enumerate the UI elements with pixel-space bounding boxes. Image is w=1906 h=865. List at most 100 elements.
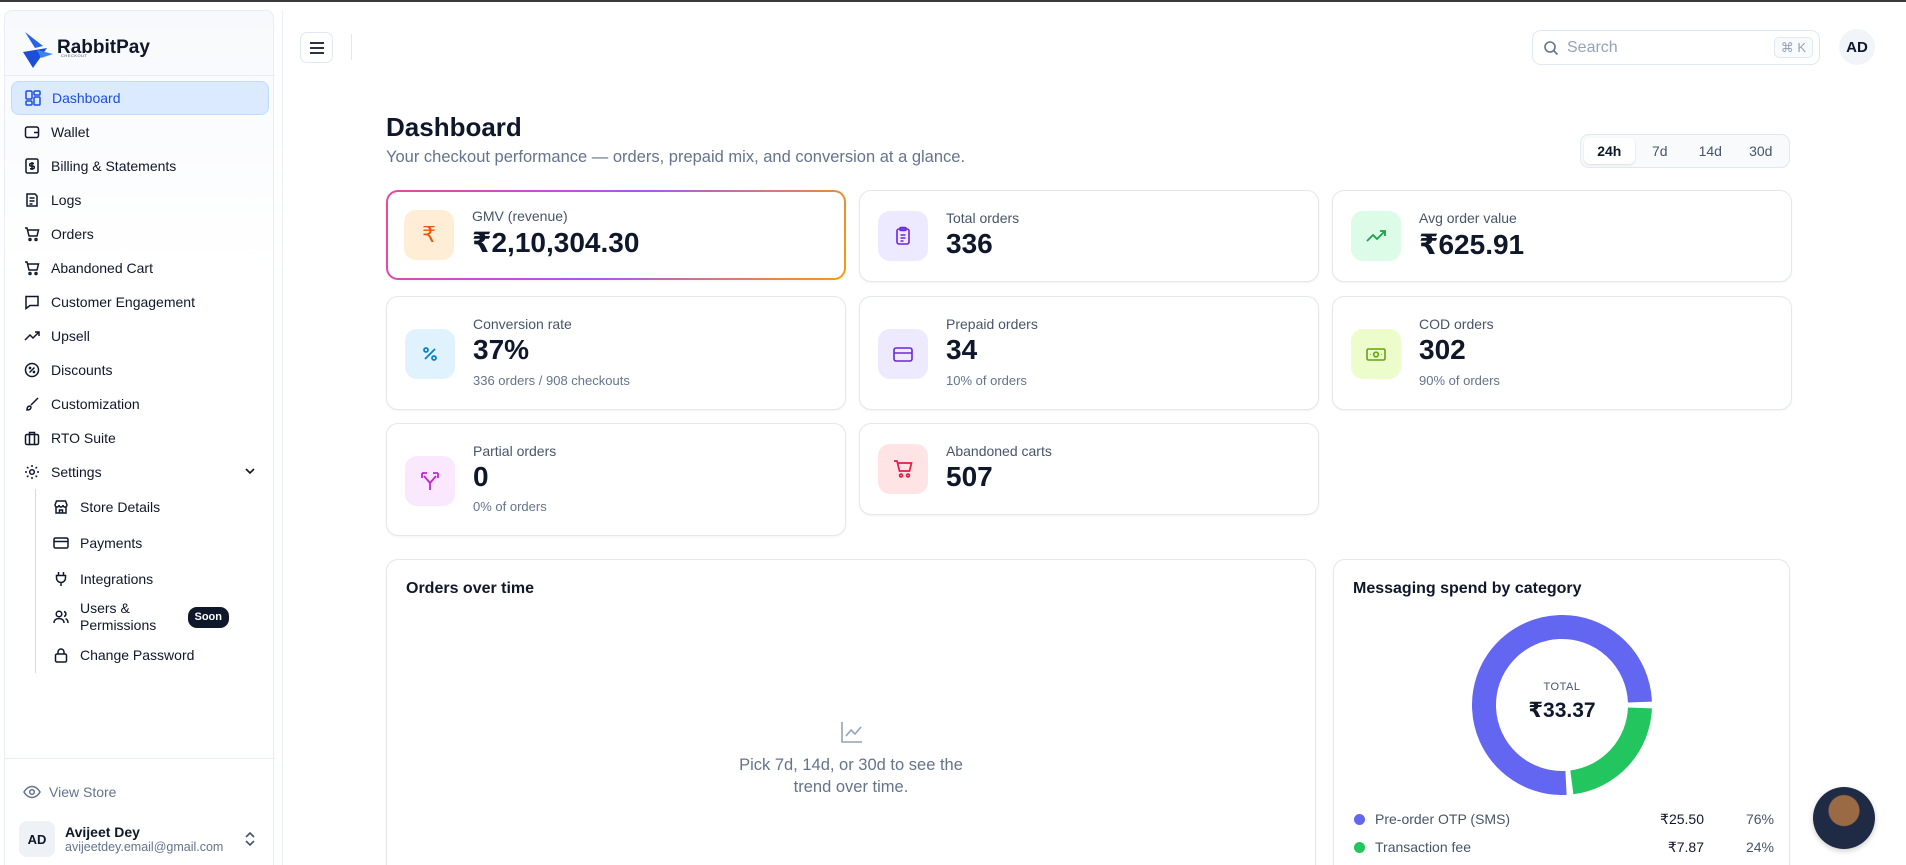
chevron-down-icon[interactable] — [243, 464, 257, 478]
user-name: Avijeet Dey — [65, 824, 140, 840]
panel-title: Orders over time — [406, 580, 535, 597]
header-separator — [351, 34, 352, 60]
wallet-icon — [23, 123, 41, 141]
sidebar-item-logs[interactable]: Logs — [11, 183, 269, 217]
cart-icon — [23, 225, 41, 243]
range-option-24h[interactable]: 24h — [1584, 138, 1635, 164]
sidebar-subitem-users-permissions[interactable]: Users & Permissions Soon — [44, 597, 269, 637]
sidebar-item-label: Logs — [51, 192, 82, 208]
main-left-border — [282, 10, 283, 865]
chat-icon — [23, 293, 41, 311]
sidebar-subitem-integrations[interactable]: Integrations — [44, 561, 269, 597]
donut-total-label: TOTAL — [1543, 681, 1581, 693]
credit-card-icon — [878, 329, 928, 379]
split-icon — [405, 456, 455, 506]
sidebar: RabbitPay CHECKOUT Dashboard Wallet Bill… — [4, 10, 275, 865]
stat-note: 336 orders / 908 checkouts — [473, 373, 630, 388]
user-email: avijeetdey.email@gmail.com — [65, 840, 224, 854]
stat-value: 37% — [473, 334, 530, 365]
sidebar-item-orders[interactable]: Orders — [11, 217, 269, 251]
sidebar-item-dashboard[interactable]: Dashboard — [11, 81, 269, 115]
stat-value: ₹625.91 — [1419, 229, 1525, 260]
sidebar-item-customization[interactable]: Customization — [11, 387, 269, 421]
sidebar-item-label: Orders — [51, 226, 94, 242]
search-input[interactable]: Search ⌘ K — [1532, 30, 1820, 65]
sidebar-item-label: Dashboard — [52, 90, 121, 106]
settings-submenu: Store Details Payments Integrations User… — [35, 489, 269, 673]
toggle-sidebar-button[interactable] — [300, 32, 333, 63]
sidebar-item-label: Wallet — [51, 124, 90, 140]
time-range-toggle: 24h 7d 14d 30d — [1580, 134, 1790, 168]
sidebar-item-wallet[interactable]: Wallet — [11, 115, 269, 149]
window-top-border — [0, 0, 1906, 2]
gear-icon — [23, 463, 41, 481]
brand-subtitle: CHECKOUT — [61, 53, 88, 58]
user-menu[interactable]: AD Avijeet Dey avijeetdey.email@gmail.co… — [19, 813, 265, 865]
credit-card-icon — [52, 534, 70, 552]
sidebar-item-customer-engagement[interactable]: Customer Engagement — [11, 285, 269, 319]
sidebar-divider — [5, 758, 275, 759]
stat-card-gmv: ₹ GMV (revenue) ₹2,10,304.30 — [386, 190, 846, 280]
range-option-7d[interactable]: 7d — [1635, 138, 1686, 164]
legend-label: Pre-order OTP (SMS) — [1375, 811, 1511, 827]
trend-up-icon — [1351, 211, 1401, 261]
header-avatar[interactable]: AD — [1839, 29, 1875, 65]
stat-value: 302 — [1419, 334, 1466, 365]
search-placeholder: Search — [1567, 38, 1618, 56]
eye-icon — [23, 785, 41, 799]
dashboard-icon — [24, 89, 42, 107]
legend-amount: ₹7.87 — [1667, 838, 1704, 855]
donut-total-value: ₹33.37 — [1528, 699, 1596, 722]
legend-percent: 24% — [1745, 839, 1774, 855]
sidebar-item-discounts[interactable]: Discounts — [11, 353, 269, 387]
sidebar-subitem-change-password[interactable]: Change Password — [44, 637, 269, 673]
search-shortcut-kbd: ⌘ K — [1773, 37, 1813, 58]
stat-card-prepaid-orders: Prepaid orders 34 10% of orders — [859, 296, 1319, 410]
sidebar-item-label: Change Password — [80, 647, 195, 663]
range-option-14d[interactable]: 14d — [1685, 138, 1736, 164]
sidebar-item-upsell[interactable]: Upsell — [11, 319, 269, 353]
sidebar-item-label: Integrations — [80, 571, 154, 587]
stat-card-avg-order-value: Avg order value ₹625.91 — [1332, 190, 1792, 282]
empty-state-line-1: Pick 7d, 14d, or 30d to see the — [739, 756, 963, 774]
rupee-icon: ₹ — [404, 210, 454, 260]
brand-logo[interactable]: RabbitPay — [21, 25, 150, 75]
sidebar-item-billing[interactable]: Billing & Statements — [11, 149, 269, 183]
range-option-30d[interactable]: 30d — [1736, 138, 1787, 164]
briefcase-icon — [23, 429, 41, 447]
trend-icon — [23, 327, 41, 345]
sidebar-item-abandoned-cart[interactable]: Abandoned Cart — [11, 251, 269, 285]
search-icon — [1544, 40, 1559, 55]
support-chat-avatar[interactable] — [1813, 787, 1875, 849]
line-chart-icon — [841, 722, 862, 743]
sidebar-item-settings[interactable]: Settings — [11, 455, 269, 489]
stat-note: 0% of orders — [473, 499, 547, 514]
legend-dot — [1354, 813, 1365, 825]
sidebar-item-rto-suite[interactable]: RTO Suite — [11, 421, 269, 455]
sidebar-subitem-store-details[interactable]: Store Details — [44, 489, 269, 525]
sidebar-item-label: RTO Suite — [51, 430, 116, 446]
sidebar-item-label: Billing & Statements — [51, 158, 177, 174]
sidebar-item-label: Customization — [51, 396, 140, 412]
sidebar-divider — [5, 75, 275, 76]
users-icon — [52, 608, 70, 626]
sidebar-subitem-payments[interactable]: Payments — [44, 525, 269, 561]
stat-value: ₹2,10,304.30 — [472, 227, 640, 258]
lock-icon — [52, 646, 70, 664]
legend-label: Transaction fee — [1375, 839, 1471, 855]
stat-card-conversion-rate: Conversion rate 37% 336 orders / 908 che… — [386, 296, 846, 410]
stat-label: Prepaid orders — [946, 316, 1038, 332]
legend-dot — [1354, 841, 1365, 853]
sidebar-item-label: Users & Permissions — [80, 600, 157, 633]
stat-label: Conversion rate — [473, 316, 572, 332]
legend-row-otp: Pre-order OTP (SMS) ₹25.50 76% — [1354, 808, 1774, 830]
view-store-link[interactable]: View Store — [23, 783, 116, 801]
user-info: Avijeet Dey avijeetdey.email@gmail.com — [65, 824, 230, 854]
rabbit-logo-icon — [23, 32, 53, 68]
banknote-icon — [1351, 329, 1401, 379]
stat-label: Abandoned carts — [946, 443, 1052, 459]
sidebar-nav: Dashboard Wallet Billing & Statements Lo… — [11, 81, 269, 673]
avatar: AD — [19, 821, 55, 857]
orders-over-time-panel: Orders over time Pick 7d, 14d, or 30d to… — [386, 559, 1316, 865]
sidebar-item-label: Discounts — [51, 362, 113, 378]
